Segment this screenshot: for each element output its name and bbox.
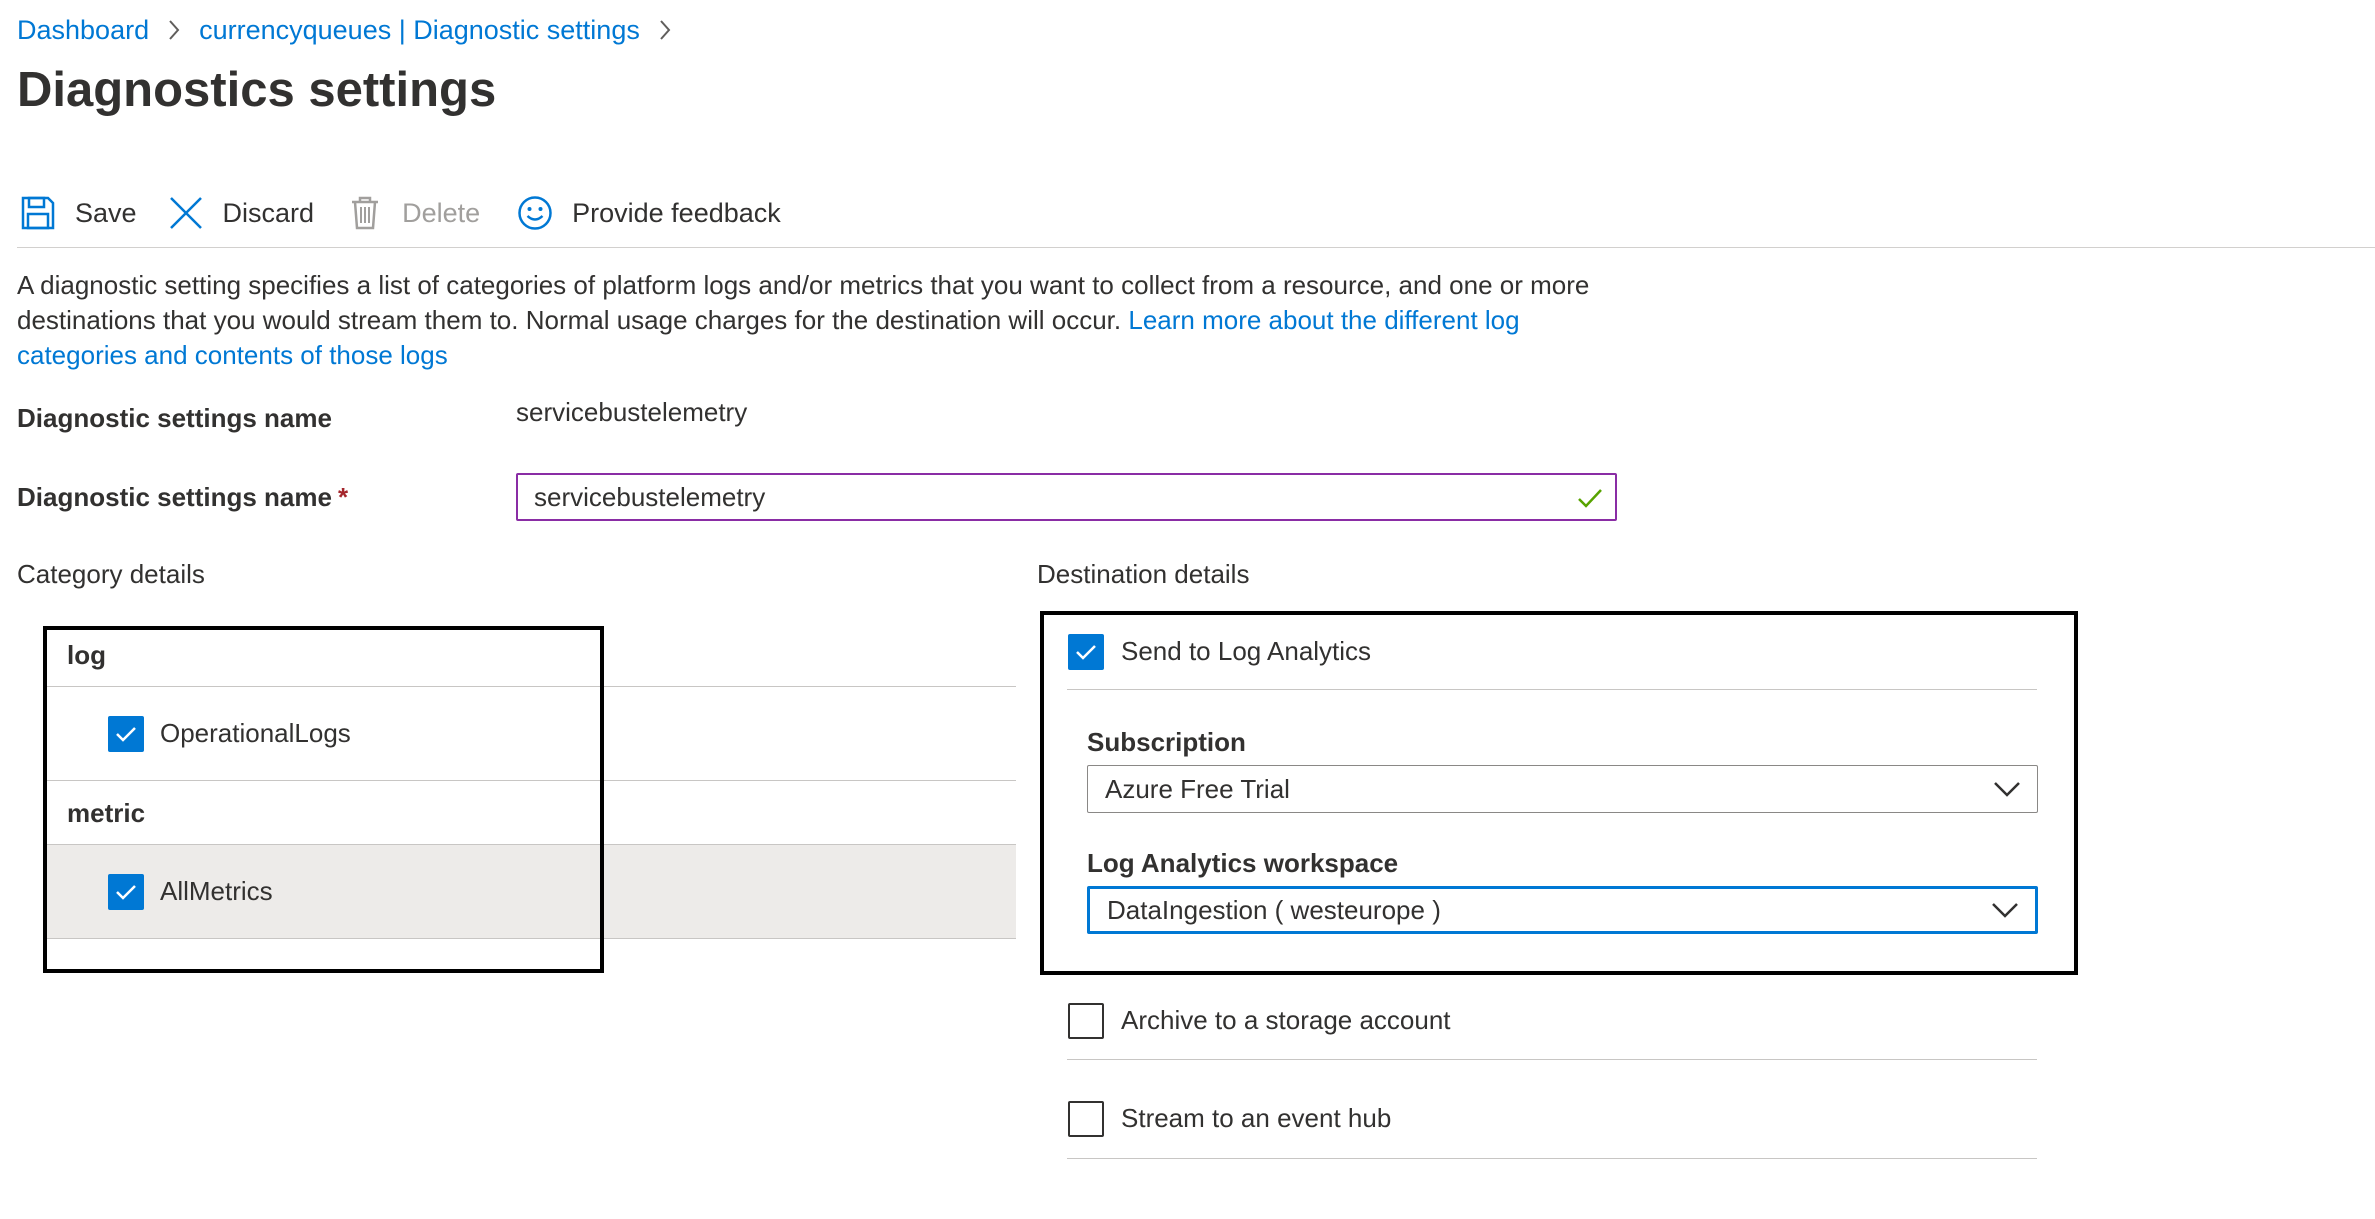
category-group-log: log [67, 640, 106, 670]
operational-logs-checkbox[interactable] [108, 716, 144, 752]
smiley-icon [514, 192, 556, 234]
save-button[interactable]: Save [17, 192, 137, 234]
settings-name-input-label-text: Diagnostic settings name [17, 482, 332, 512]
delete-button[interactable]: Delete [344, 192, 480, 234]
toolbar-divider [17, 247, 2375, 248]
category-details-heading: Category details [17, 559, 205, 589]
subscription-label: Subscription [1087, 727, 1246, 757]
event-hub-label[interactable]: Stream to an event hub [1121, 1103, 1391, 1134]
command-bar: Save Discard Delete Provide feedback [17, 183, 781, 243]
chevron-right-icon [167, 19, 181, 41]
description-text: A diagnostic setting specifies a list of… [17, 268, 1637, 373]
send-to-log-analytics-checkbox[interactable] [1068, 634, 1104, 670]
trash-icon [344, 192, 386, 234]
subscription-value: Azure Free Trial [1105, 773, 1290, 804]
close-icon [165, 192, 207, 234]
all-metrics-checkbox[interactable] [108, 874, 144, 910]
breadcrumb: Dashboard currencyqueues | Diagnostic se… [17, 12, 690, 48]
chevron-down-icon [1991, 902, 2019, 918]
workspace-label: Log Analytics workspace [1087, 848, 1399, 878]
divider [47, 686, 1016, 687]
settings-name-label: Diagnostic settings name [17, 403, 332, 433]
divider [47, 780, 1016, 781]
archive-storage-checkbox[interactable] [1068, 1003, 1104, 1039]
event-hub-checkbox[interactable] [1068, 1101, 1104, 1137]
save-icon [17, 192, 59, 234]
checkmark-icon [1576, 484, 1604, 512]
chevron-right-icon [658, 19, 672, 41]
save-label: Save [75, 197, 137, 228]
provide-feedback-button[interactable]: Provide feedback [514, 192, 781, 234]
delete-label: Delete [402, 197, 481, 228]
divider [47, 938, 1016, 939]
breadcrumb-resource-link[interactable]: currencyqueues | Diagnostic settings [199, 15, 640, 46]
workspace-value: DataIngestion ( westeurope ) [1107, 894, 1441, 925]
provide-feedback-label: Provide feedback [572, 197, 781, 228]
workspace-dropdown[interactable]: DataIngestion ( westeurope ) [1087, 886, 2038, 934]
send-to-log-analytics-label[interactable]: Send to Log Analytics [1121, 636, 1371, 667]
archive-storage-label[interactable]: Archive to a storage account [1121, 1005, 1451, 1036]
settings-name-static-value: servicebustelemetry [516, 397, 748, 427]
discard-button[interactable]: Discard [165, 192, 315, 234]
settings-name-input-label: Diagnostic settings name * [17, 482, 348, 513]
destination-details-heading: Destination details [1037, 559, 1250, 589]
category-group-metric: metric [67, 798, 146, 828]
settings-name-input[interactable] [516, 473, 1617, 521]
divider [1067, 689, 2037, 690]
divider [1067, 1158, 2037, 1159]
required-marker: * [337, 482, 349, 512]
breadcrumb-dashboard-link[interactable]: Dashboard [17, 15, 149, 46]
divider [1067, 1059, 2037, 1060]
subscription-dropdown[interactable]: Azure Free Trial [1087, 765, 2038, 813]
discard-label: Discard [222, 197, 315, 228]
page-title: Diagnostics settings [17, 63, 497, 117]
chevron-down-icon [1993, 781, 2021, 797]
operational-logs-label[interactable]: OperationalLogs [160, 718, 351, 749]
all-metrics-label[interactable]: AllMetrics [160, 876, 273, 907]
